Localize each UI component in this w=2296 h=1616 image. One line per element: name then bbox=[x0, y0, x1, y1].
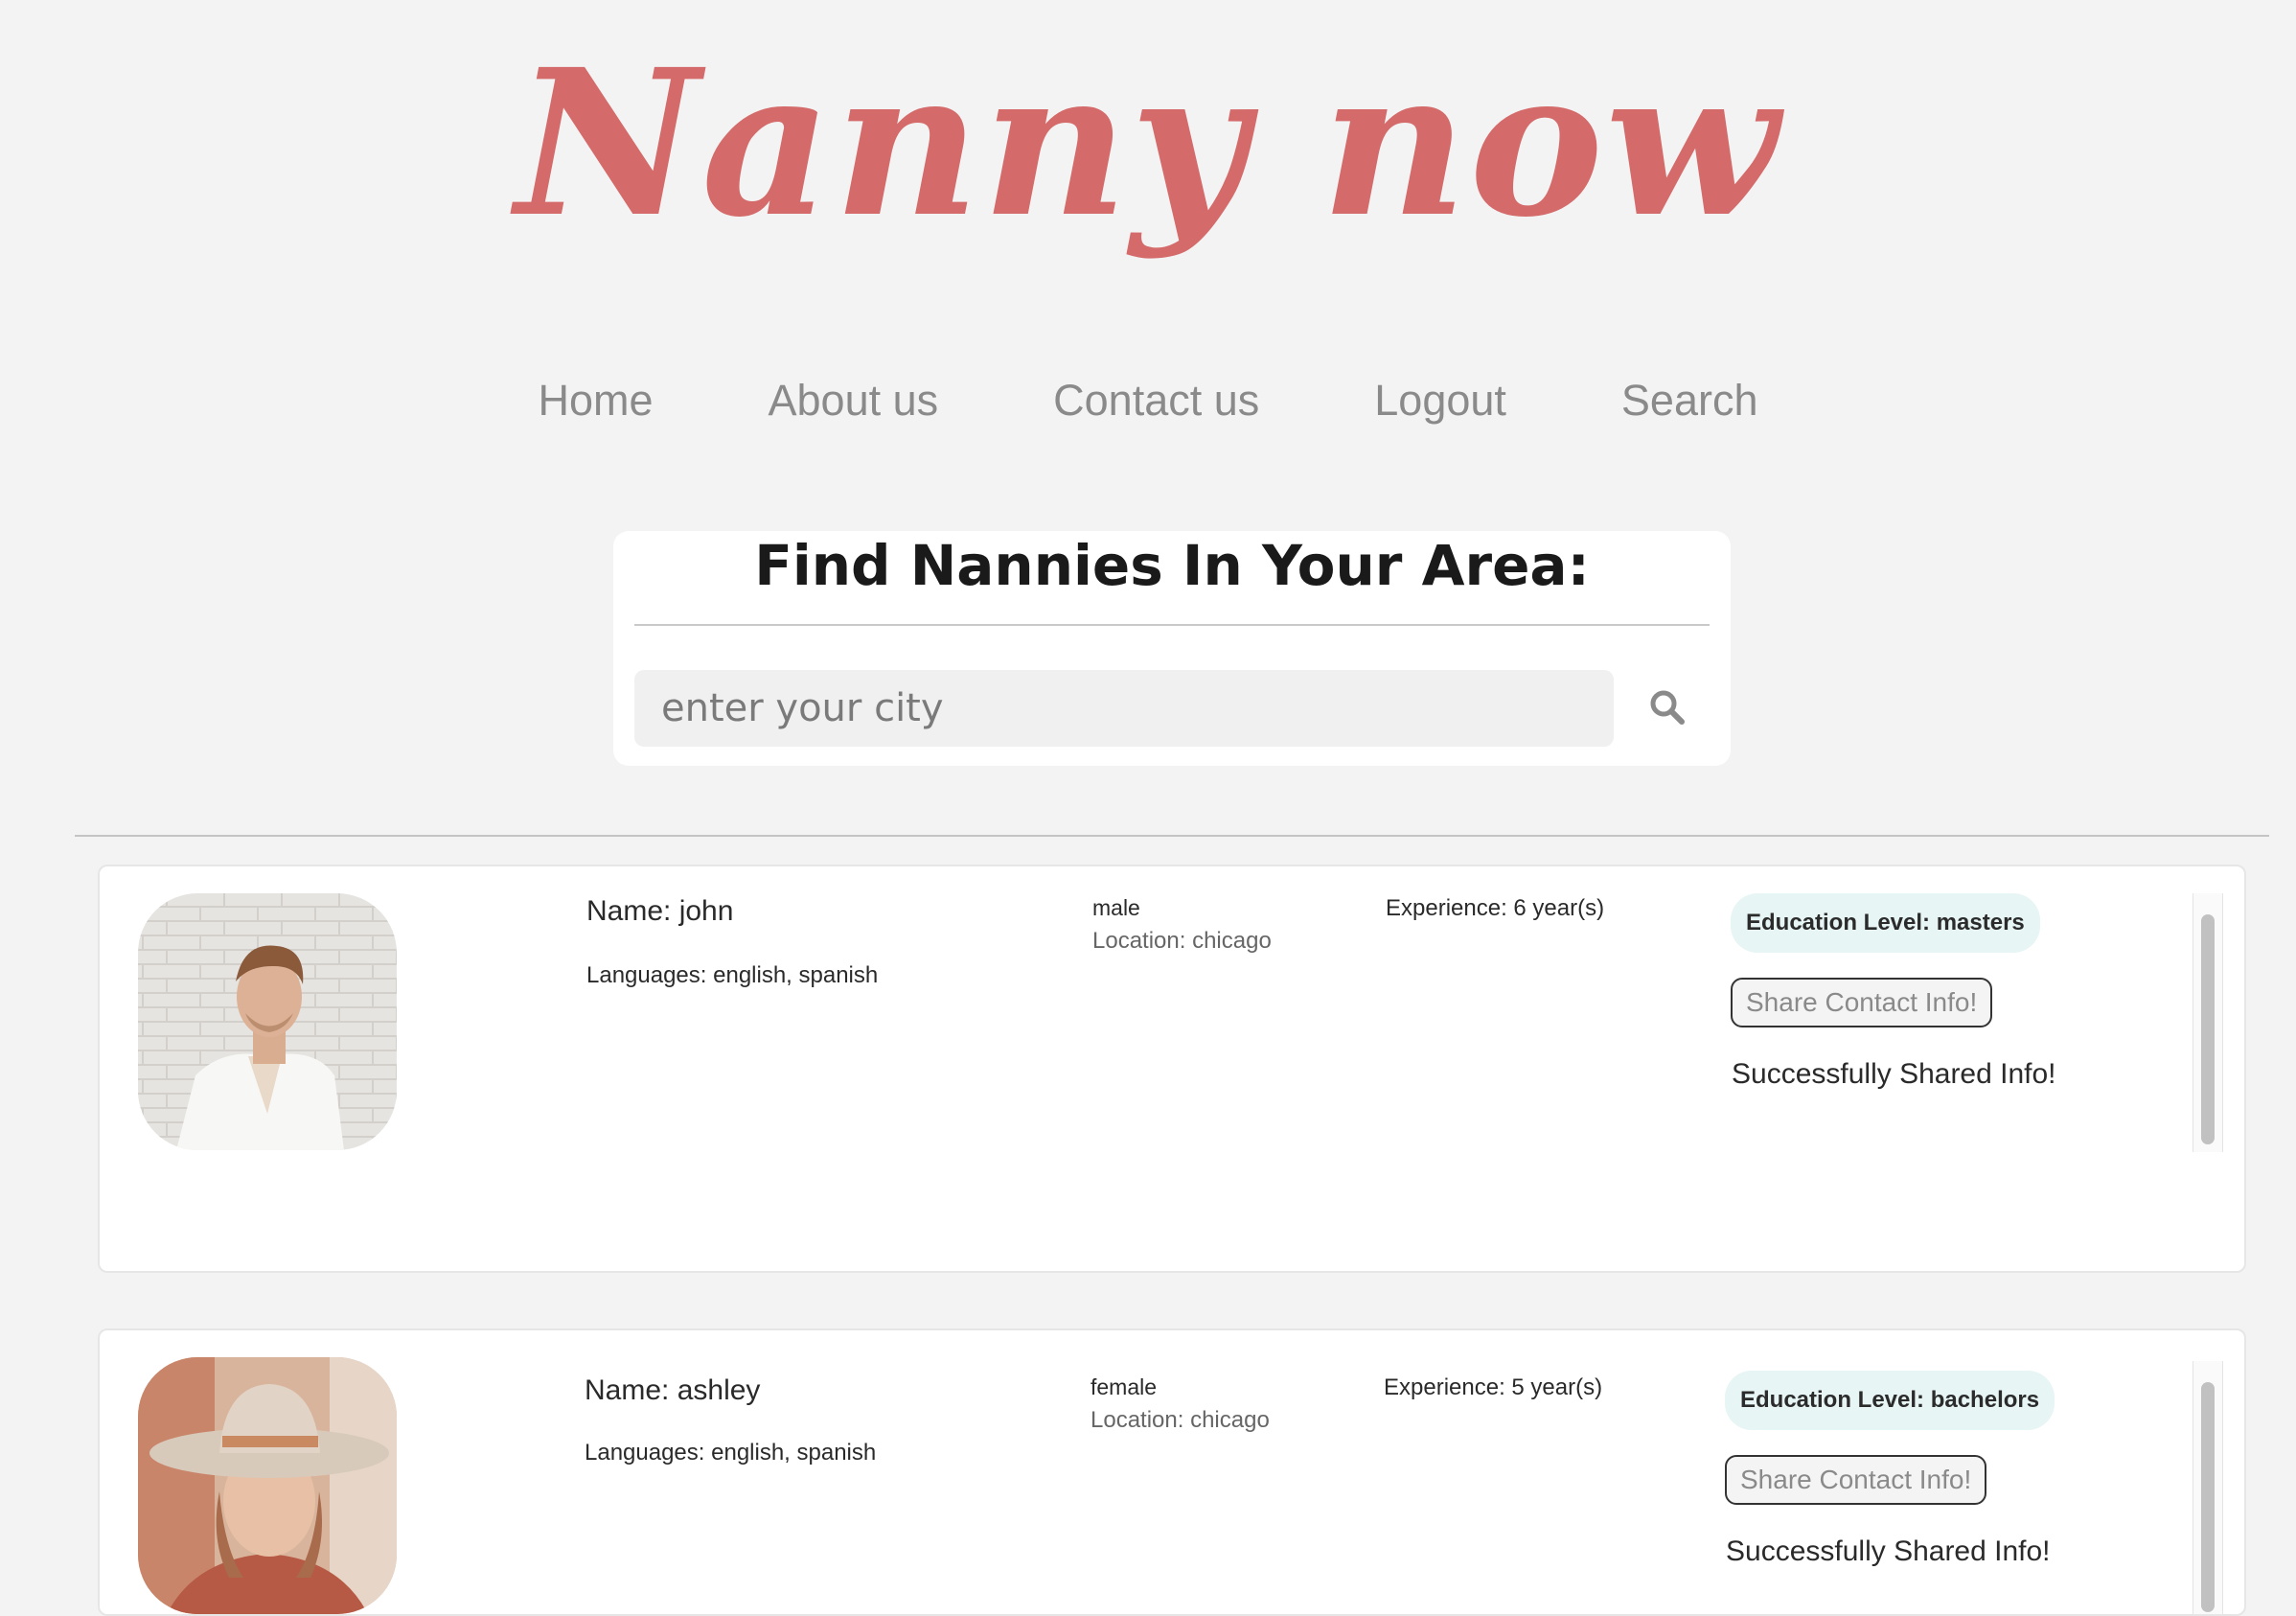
nanny-name: Name: ashley bbox=[585, 1374, 761, 1406]
search-divider bbox=[634, 624, 1710, 626]
nanny-experience: Experience: 5 year(s) bbox=[1384, 1374, 1603, 1400]
share-contact-button[interactable]: Share Contact Info! bbox=[1725, 1455, 1987, 1505]
education-badge: Education Level: bachelors bbox=[1725, 1371, 2055, 1430]
search-button[interactable] bbox=[1646, 686, 1690, 730]
avatar bbox=[138, 893, 397, 1150]
nav-link-logout[interactable]: Logout bbox=[1374, 376, 1506, 426]
main-nav: Home About us Contact us Logout Search bbox=[0, 376, 2296, 426]
nanny-gender: female bbox=[1091, 1374, 1158, 1399]
scrollbar-thumb[interactable] bbox=[2201, 1382, 2215, 1612]
nanny-location: Location: chicago bbox=[1092, 928, 1272, 954]
nav-link-contact-us[interactable]: Contact us bbox=[1053, 376, 1259, 426]
site-logo[interactable]: Nanny now bbox=[0, 19, 2296, 268]
search-panel: Find Nannies In Your Area: bbox=[613, 531, 1731, 766]
nanny-gender: male bbox=[1092, 895, 1140, 920]
avatar bbox=[138, 1357, 397, 1614]
results-divider bbox=[75, 835, 2269, 837]
card-scrollbar[interactable] bbox=[2193, 1361, 2223, 1614]
share-contact-button[interactable]: Share Contact Info! bbox=[1731, 978, 1993, 1027]
scrollbar-thumb[interactable] bbox=[2201, 914, 2215, 1144]
nanny-card: Name: ashley Languages: english, spanish… bbox=[98, 1328, 2246, 1616]
city-search-input[interactable] bbox=[634, 670, 1614, 747]
education-badge: Education Level: masters bbox=[1731, 893, 2040, 953]
nanny-location: Location: chicago bbox=[1091, 1407, 1270, 1433]
nanny-languages: Languages: english, spanish bbox=[585, 1440, 877, 1466]
share-status-message: Successfully Shared Info! bbox=[1732, 1058, 2056, 1090]
nav-link-about-us[interactable]: About us bbox=[769, 376, 939, 426]
nanny-name: Name: john bbox=[586, 895, 734, 927]
nanny-experience: Experience: 6 year(s) bbox=[1386, 895, 1605, 921]
card-scrollbar[interactable] bbox=[2193, 893, 2223, 1152]
share-status-message: Successfully Shared Info! bbox=[1726, 1535, 2051, 1567]
profile-photo-man bbox=[138, 893, 397, 1150]
search-title: Find Nannies In Your Area: bbox=[754, 533, 1590, 598]
profile-photo-woman bbox=[138, 1357, 397, 1614]
search-icon bbox=[1650, 690, 1685, 725]
nav-link-search[interactable]: Search bbox=[1621, 376, 1758, 426]
nanny-card: Name: john Languages: english, spanish m… bbox=[98, 865, 2246, 1273]
nanny-languages: Languages: english, spanish bbox=[586, 962, 879, 988]
nav-link-home[interactable]: Home bbox=[538, 376, 653, 426]
